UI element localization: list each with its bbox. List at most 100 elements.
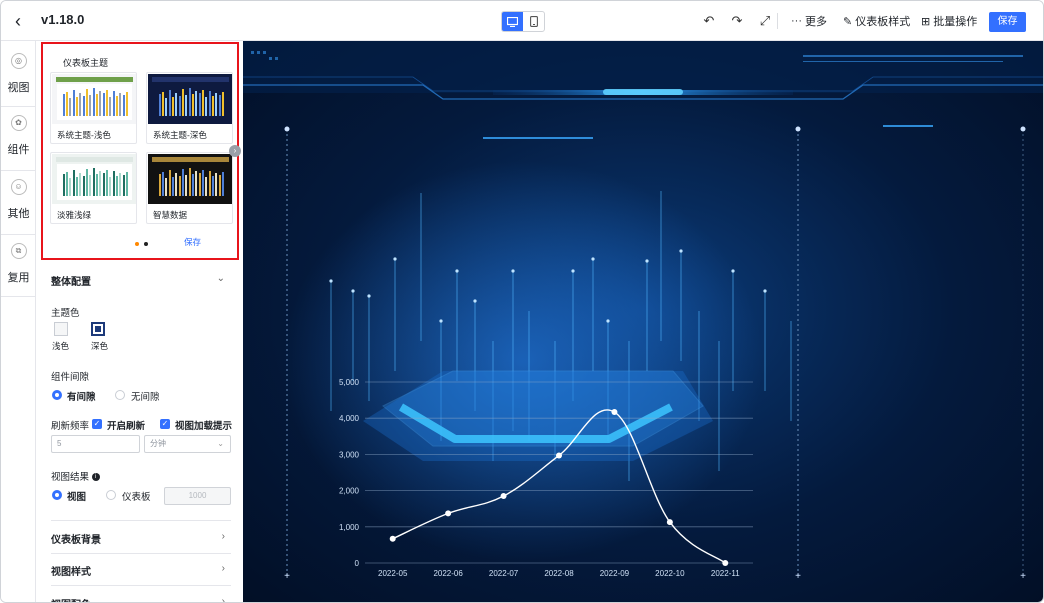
load-tip-label: 视图加载提示 [175, 421, 233, 432]
redo-icon[interactable]: ↷ [729, 13, 745, 29]
theme-card-smart[interactable]: 智慧数据 [146, 152, 233, 224]
refresh-unit-select[interactable]: 分钟 ⌄ [144, 435, 231, 453]
view-color-section-header[interactable]: 视图配色 › [51, 596, 231, 603]
x-tick-label: 2022-08 [544, 569, 574, 578]
theme-scroll-right-icon[interactable]: › [229, 145, 241, 157]
dashboard-style-button[interactable]: ✎ 仪表板样式 [843, 13, 910, 29]
result-view-radio[interactable] [52, 490, 62, 500]
x-tick-label: 2022-07 [489, 569, 519, 578]
data-point [389, 535, 396, 542]
result-label: 视图结果 [51, 472, 90, 483]
settings-panel: 仪表板主题 系统主题-浅色 系统主题-深色 淡雅浅绿 智慧数据 › 保存 整体配… [37, 41, 243, 603]
undo-icon[interactable]: ↶ [701, 13, 717, 29]
gap-on-radio[interactable] [52, 390, 62, 400]
back-arrow-icon[interactable]: ‹ [15, 11, 31, 31]
chevron-down-icon: ⌄ [216, 273, 225, 284]
chevron-right-icon: › [221, 531, 225, 542]
view-style-section-header[interactable]: 视图样式 › [51, 563, 231, 578]
theme-name-dark: 系统主题-深色 [153, 130, 207, 140]
gap-on-label: 有间隙 [67, 392, 96, 403]
reuse-icon: ⧉ [10, 243, 27, 259]
other-icon: ☺ [10, 179, 27, 195]
phone-icon [529, 16, 538, 27]
pager-dot-active[interactable] [135, 242, 139, 246]
x-tick-label: 2022-11 [711, 569, 740, 578]
chevron-right-icon: › [221, 596, 225, 603]
result-count-input[interactable]: 1000 [164, 487, 231, 505]
result-dashboard-label: 仪表板 [122, 492, 151, 503]
chevron-down-icon: ⌄ [217, 439, 224, 448]
y-tick-label: 5,000 [339, 378, 360, 387]
rail-item-reuse[interactable]: ⧉ 复用 [1, 243, 36, 285]
dashboard-canvas[interactable]: + + + 0 1,000 2,000 3,000 4,000 5,000 20… [243, 41, 1043, 602]
theme-color-label: 主题色 [51, 308, 80, 319]
theme-save-link[interactable]: 保存 [184, 236, 201, 248]
data-point [556, 452, 562, 459]
grid-icon: ⊞ [921, 15, 931, 28]
batch-operation-button[interactable]: ⊞ 批量操作 [921, 13, 977, 29]
monitor-icon [507, 16, 518, 27]
fullscreen-icon[interactable]: ⤢ [757, 13, 773, 29]
load-tip-checkbox[interactable]: ✓ [160, 419, 170, 429]
theme-thumbnail-dark [148, 74, 232, 124]
data-point [666, 519, 673, 526]
theme-thumbnail-green [52, 154, 136, 204]
refresh-value-input[interactable]: 5 [51, 435, 140, 453]
y-tick-label: 1,000 [339, 523, 360, 532]
refresh-label: 刷新频率 [51, 421, 90, 432]
rail-divider [1, 296, 36, 297]
rail-item-other[interactable]: ☺ 其他 [1, 179, 36, 221]
rail-divider [1, 106, 36, 107]
y-tick-label: 0 [355, 559, 360, 568]
more-button[interactable]: ··· 更多 [791, 13, 827, 29]
theme-card-dark[interactable]: 系统主题-深色 [146, 72, 233, 144]
gap-off-radio[interactable] [115, 390, 125, 400]
theme-name-light: 系统主题-浅色 [57, 130, 111, 140]
pager-dot[interactable] [144, 242, 148, 246]
overall-config-title: 整体配置 [51, 277, 91, 288]
x-tick-label: 2022-09 [600, 569, 630, 578]
more-label: 更多 [805, 16, 827, 28]
overall-config-header[interactable]: 整体配置 ⌄ [51, 273, 231, 288]
y-tick-label: 2,000 [339, 487, 360, 496]
brush-icon: ✎ [843, 15, 853, 28]
enable-refresh-checkbox[interactable]: ✓ [92, 419, 102, 429]
data-point [722, 560, 729, 566]
enable-refresh-label: 开启刷新 [107, 421, 146, 432]
theme-card-green[interactable]: 淡雅浅绿 [50, 152, 137, 224]
gap-label: 组件间隙 [51, 372, 90, 383]
info-icon[interactable]: i [91, 473, 100, 482]
dashboard-style-label: 仪表板样式 [855, 16, 911, 28]
theme-name-smart: 智慧数据 [153, 210, 188, 220]
series-line [392, 409, 726, 564]
background-section-header[interactable]: 仪表板背景 › [51, 531, 231, 546]
rail-label-component: 组件 [7, 144, 30, 156]
y-tick-label: 4,000 [339, 414, 360, 423]
y-tick-label: 3,000 [339, 450, 360, 459]
result-dashboard-radio[interactable] [106, 490, 116, 500]
mobile-view-button[interactable] [523, 12, 544, 31]
section-divider [51, 585, 231, 586]
desktop-view-button[interactable] [502, 12, 523, 31]
batch-label: 批量操作 [933, 16, 978, 28]
save-button[interactable]: 保存 [989, 12, 1026, 32]
rail-item-view[interactable]: ◎ 视图 [1, 53, 36, 95]
light-theme-swatch[interactable] [54, 322, 68, 336]
gap-off-label: 无间隙 [131, 392, 160, 403]
dark-theme-swatch[interactable] [91, 322, 105, 336]
refresh-unit-value: 分钟 [150, 439, 166, 448]
data-point [445, 510, 452, 517]
background-section-title: 仪表板背景 [51, 535, 101, 546]
theme-name-green: 淡雅浅绿 [57, 210, 92, 220]
result-label-row: 视图结果 i [51, 469, 100, 483]
x-tick-label: 2022-10 [655, 569, 685, 578]
data-point [500, 493, 507, 500]
rail-item-component[interactable]: ✿ 组件 [1, 115, 36, 157]
theme-thumbnail-smart [148, 154, 232, 204]
x-tick-label: 2022-05 [378, 569, 408, 578]
section-divider [51, 553, 231, 554]
theme-card-light[interactable]: 系统主题-浅色 [50, 72, 137, 144]
rail-divider [1, 234, 36, 235]
line-chart[interactable]: 0 1,000 2,000 3,000 4,000 5,000 2022-05 2022-06… [243, 41, 1043, 602]
toolbar-divider [777, 13, 778, 29]
